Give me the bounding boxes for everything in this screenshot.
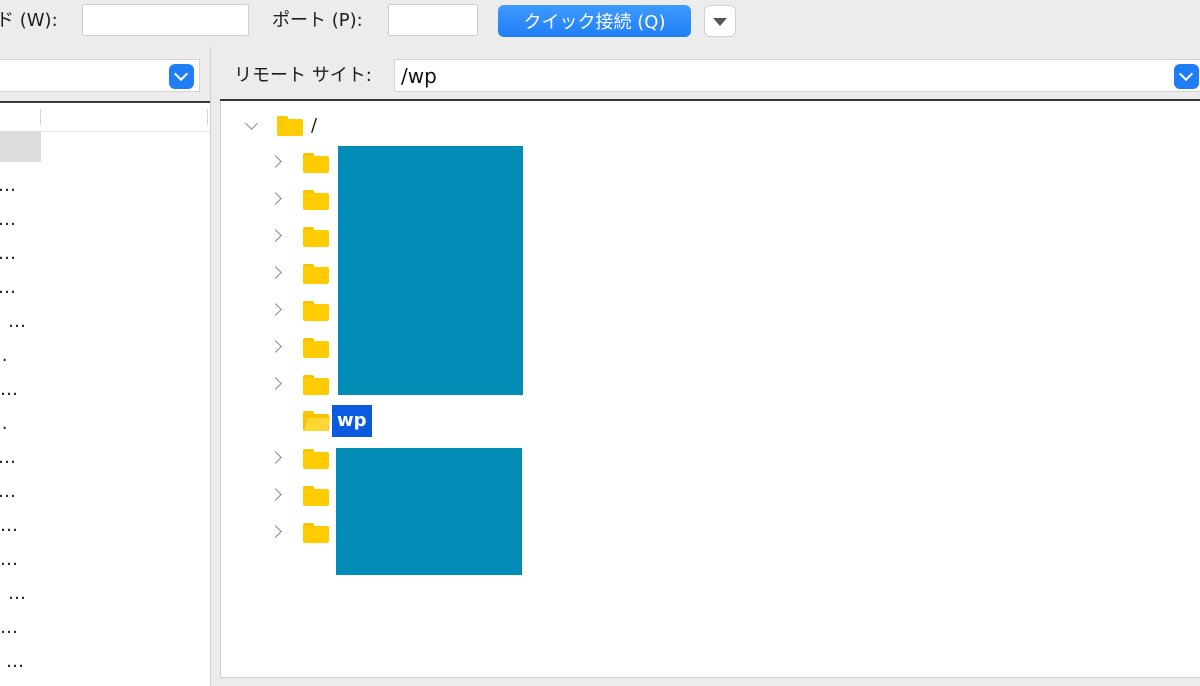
chevron-right-icon[interactable] <box>269 155 282 168</box>
list-item[interactable] <box>0 131 210 165</box>
column-separator[interactable] <box>207 109 208 125</box>
folder-icon <box>303 227 329 247</box>
folder-icon <box>303 338 329 358</box>
folder-icon <box>303 190 329 210</box>
remote-site-pane: リモート サイト: /wp / wp <box>220 47 1200 686</box>
folder-icon <box>303 301 329 321</box>
remote-site-label: リモート サイト: <box>234 65 372 86</box>
list-item[interactable]: … <box>0 443 210 477</box>
list-item[interactable]: … <box>0 477 210 511</box>
redaction-block <box>338 146 523 395</box>
quickconnect-bar: ド (W): ポート (P): クイック接続 (Q) <box>0 0 1200 46</box>
folder-icon <box>303 486 329 506</box>
chevron-right-icon[interactable] <box>269 303 282 316</box>
column-separator[interactable] <box>40 109 41 125</box>
list-item[interactable]: … <box>0 613 210 647</box>
remote-path-select[interactable]: /wp <box>394 59 1200 92</box>
list-item[interactable]: … <box>0 307 210 341</box>
status-strip <box>220 678 1200 686</box>
redaction-block <box>336 448 522 575</box>
list-item[interactable]: .. <box>0 341 210 375</box>
folder-icon <box>303 449 329 469</box>
folder-icon <box>303 375 329 395</box>
remote-site-header: リモート サイト: /wp <box>220 47 1200 101</box>
list-item[interactable]: … <box>0 647 210 681</box>
tree-node-root[interactable]: / <box>221 109 1191 146</box>
selection-highlight <box>0 131 41 162</box>
list-item[interactable]: … <box>0 273 210 307</box>
password-label: ド (W): <box>0 10 58 31</box>
list-item[interactable]: … <box>0 579 210 613</box>
folder-icon <box>303 153 329 173</box>
chevron-right-icon[interactable] <box>269 192 282 205</box>
folder-open-icon <box>303 411 331 431</box>
selected-node-label: wp <box>332 405 372 437</box>
list-item[interactable]: … <box>0 205 210 239</box>
list-item[interactable]: … <box>0 545 210 579</box>
quickconnect-dropdown-button[interactable] <box>704 5 736 37</box>
folder-icon <box>303 523 329 543</box>
chevron-right-icon[interactable] <box>269 451 282 464</box>
chevron-right-icon[interactable] <box>269 229 282 242</box>
chevron-right-icon[interactable] <box>269 340 282 353</box>
triangle-down-icon <box>713 18 727 26</box>
chevron-down-icon[interactable] <box>169 64 194 89</box>
chevron-right-icon[interactable] <box>269 525 282 538</box>
local-path-select[interactable] <box>0 59 200 92</box>
local-site-header <box>0 47 210 101</box>
list-item[interactable]: … <box>0 511 210 545</box>
chevron-right-icon[interactable] <box>269 266 282 279</box>
tree-node-wp[interactable]: wp <box>221 402 1191 439</box>
chevron-down-icon[interactable] <box>1174 64 1199 89</box>
list-item[interactable]: … <box>0 171 210 205</box>
chevron-down-icon[interactable] <box>245 117 258 130</box>
list-item[interactable]: … <box>0 375 210 409</box>
remote-directory-tree: / wp <box>220 101 1200 678</box>
local-site-pane: … … … … … .. … .. … … … … … … … <box>0 47 210 686</box>
quickconnect-button[interactable]: クイック接続 (Q) <box>498 5 691 37</box>
list-item[interactable]: .. <box>0 409 210 443</box>
port-input[interactable] <box>388 4 478 36</box>
pane-splitter[interactable] <box>210 47 220 686</box>
local-list-column-header <box>0 103 210 132</box>
folder-icon <box>303 264 329 284</box>
password-input[interactable] <box>82 4 249 36</box>
list-item[interactable]: … <box>0 239 210 273</box>
chevron-right-icon[interactable] <box>269 488 282 501</box>
chevron-right-icon[interactable] <box>269 377 282 390</box>
folder-icon <box>277 116 303 136</box>
remote-path-value: /wp <box>401 64 437 88</box>
port-label: ポート (P): <box>272 10 363 31</box>
